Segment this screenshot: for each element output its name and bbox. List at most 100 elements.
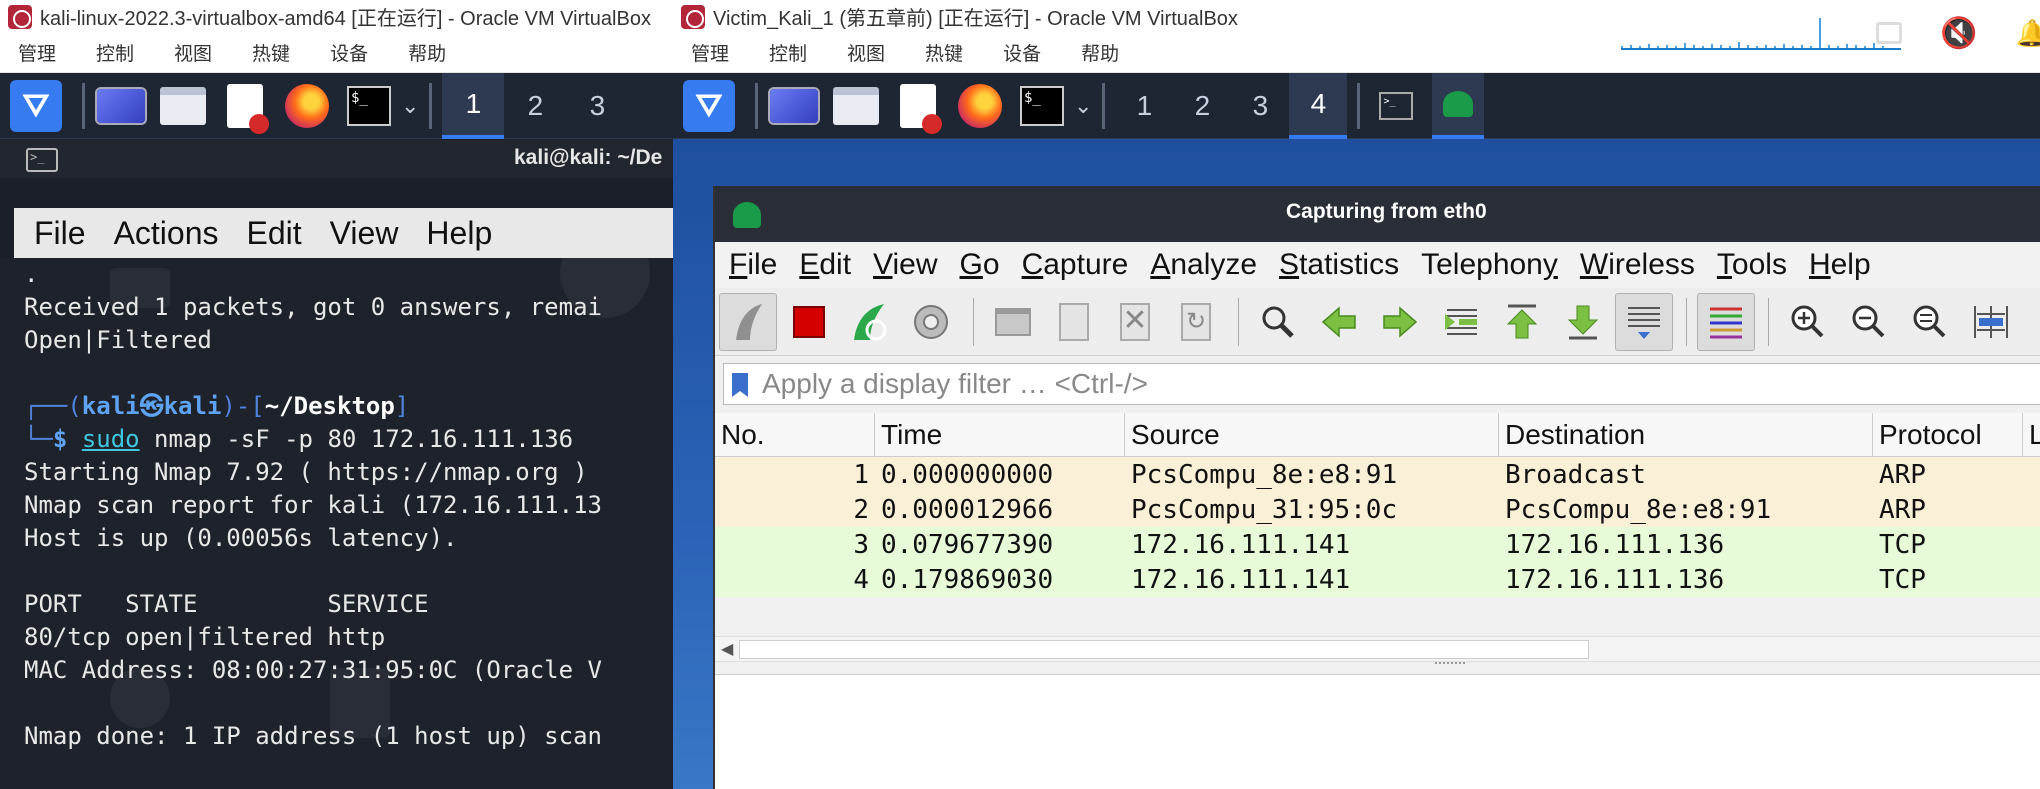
menu-hotkeys[interactable]: 热键 [252,39,290,66]
find-packet-icon[interactable] [1249,293,1307,351]
table-row[interactable]: 4 0.179869030 172.16.111.141 172.16.111.… [715,562,2040,597]
ws-menu-capture[interactable]: Capture [1022,248,1129,282]
menu-control[interactable]: 控制 [769,39,807,66]
ws-menu-telephony[interactable]: Telephony [1421,248,1558,282]
table-row[interactable]: 2 0.000012966 PcsCompu_31:95:0c PcsCompu… [715,492,2040,527]
firefox-icon[interactable] [954,80,1006,132]
workspace-2[interactable]: 2 [504,73,566,139]
ws-menu-statistics[interactable]: Statistics [1279,248,1399,282]
show-desktop-icon[interactable] [768,80,820,132]
activity-bar [1738,42,1740,48]
scroll-left-icon[interactable]: ◀ [721,639,733,659]
menu-manage[interactable]: 管理 [691,39,729,66]
window-titlebar[interactable]: kali-linux-2022.3-virtualbox-amd64 [正在运行… [0,0,673,33]
ws-menu-help[interactable]: Help [1809,248,1871,282]
go-forward-icon[interactable] [1371,293,1429,351]
column-header-no[interactable]: No. [715,413,875,456]
terminal-menu-file[interactable]: File [34,215,86,252]
normal-size-icon[interactable] [1901,293,1959,351]
ws-menu-edit[interactable]: Edit [799,248,851,282]
column-header-protocol[interactable]: Protocol [1873,413,2023,456]
go-back-icon[interactable] [1310,293,1368,351]
scrollbar-thumb[interactable] [739,640,1589,659]
bookmark-icon[interactable] [732,373,748,397]
workspace-3[interactable]: 3 [566,73,628,139]
colorize-icon[interactable] [1697,292,1755,351]
ws-menu-view[interactable]: View [873,248,937,282]
column-header-time[interactable]: Time [875,413,1125,456]
file-manager-icon[interactable] [830,80,882,132]
volume-muted-icon[interactable]: 🔇 [1940,16,1977,51]
workspace-1[interactable]: 1 [442,72,505,139]
taskbar-terminal-icon[interactable]: >_ [1370,80,1422,132]
auto-scroll-icon[interactable] [1615,292,1673,351]
firefox-icon[interactable] [281,80,333,132]
chevron-down-icon[interactable]: ⌄ [401,93,419,119]
menu-devices[interactable]: 设备 [330,39,368,66]
workspace-1[interactable]: 1 [1115,73,1173,139]
close-file-icon[interactable]: ✕ [1106,293,1164,351]
menu-devices[interactable]: 设备 [1003,39,1041,66]
open-file-icon[interactable] [984,293,1042,351]
resize-columns-icon[interactable] [1962,293,2020,351]
table-row[interactable]: 1 0.000000000 PcsCompu_8e:e8:91 Broadcas… [715,457,2040,492]
file-manager-icon[interactable] [157,80,209,132]
terminal-menu-help[interactable]: Help [426,215,492,252]
show-desktop-icon[interactable] [95,80,147,132]
column-header-length[interactable]: L [2023,413,2040,456]
network-icon[interactable] [1876,22,1903,44]
activity-bar [1648,44,1650,48]
menu-help[interactable]: 帮助 [408,39,446,66]
table-row[interactable]: 3 0.079677390 172.16.111.141 172.16.111.… [715,527,2040,562]
terminal-launcher-icon[interactable]: $_ [1016,80,1068,132]
packet-list-horizontal-scrollbar[interactable]: ◀ [715,636,2040,662]
terminal-menu-view[interactable]: View [330,215,399,252]
reload-file-icon[interactable]: ↻ [1167,293,1225,351]
text-editor-icon[interactable] [219,80,271,134]
restart-capture-icon[interactable] [841,293,899,351]
pane-splitter-handle[interactable] [1435,662,1465,666]
display-filter-input[interactable]: Apply a display filter … <Ctrl-/> [723,363,2040,405]
packet-details-pane[interactable] [715,674,2040,789]
ws-menu-file[interactable]: File [729,248,777,282]
notification-bell-icon[interactable]: 🔔 [2016,18,2040,49]
chevron-down-icon[interactable]: ⌄ [1074,93,1092,119]
menu-manage[interactable]: 管理 [18,39,56,66]
workspace-2[interactable]: 2 [1173,73,1231,139]
terminal-menu-edit[interactable]: Edit [247,215,302,252]
stop-capture-icon[interactable] [780,293,838,351]
zoom-out-icon[interactable] [1840,293,1898,351]
menu-view[interactable]: 视图 [847,39,885,66]
menu-help[interactable]: 帮助 [1081,39,1119,66]
first-packet-icon[interactable] [1493,293,1551,351]
column-header-source[interactable]: Source [1125,413,1499,456]
menu-view[interactable]: 视图 [174,39,212,66]
menu-control[interactable]: 控制 [96,39,134,66]
terminal-output[interactable]: . Received 1 packets, got 0 answers, rem… [0,258,673,789]
terminal-launcher-icon[interactable]: $_ [343,80,395,132]
save-file-icon[interactable] [1045,293,1103,351]
last-packet-icon[interactable] [1554,293,1612,351]
text-editor-icon[interactable] [892,80,944,134]
window-titlebar[interactable]: Victim_Kali_1 (第五章前) [正在运行] - Oracle VM … [673,0,2040,33]
capture-options-icon[interactable] [902,293,960,351]
column-header-destination[interactable]: Destination [1499,413,1873,456]
kali-menu-icon[interactable]: ⛛ [10,79,62,132]
wireshark-titlebar[interactable]: Capturing from eth0 [715,186,2040,242]
activity-bar [1819,18,1821,48]
taskbar-wireshark-icon[interactable] [1432,72,1485,139]
packet-list[interactable]: No. Time Source Destination Protocol L 1… [715,413,2040,597]
kali-menu-icon[interactable]: ⛛ [683,79,735,132]
ws-menu-tools[interactable]: Tools [1717,248,1787,282]
workspace-4[interactable]: 4 [1289,72,1348,139]
go-to-packet-icon[interactable] [1432,293,1490,351]
terminal-menu-actions[interactable]: Actions [114,215,219,252]
ws-menu-wireless[interactable]: Wireless [1580,248,1695,282]
menu-hotkeys[interactable]: 热键 [925,39,963,66]
zoom-in-icon[interactable] [1779,293,1837,351]
terminal-titlebar[interactable]: >_ kali@kali: ~/De [0,140,673,178]
ws-menu-go[interactable]: Go [960,248,1000,282]
workspace-3[interactable]: 3 [1231,73,1289,139]
start-capture-icon[interactable] [719,292,777,351]
ws-menu-analyze[interactable]: Analyze [1150,248,1257,282]
